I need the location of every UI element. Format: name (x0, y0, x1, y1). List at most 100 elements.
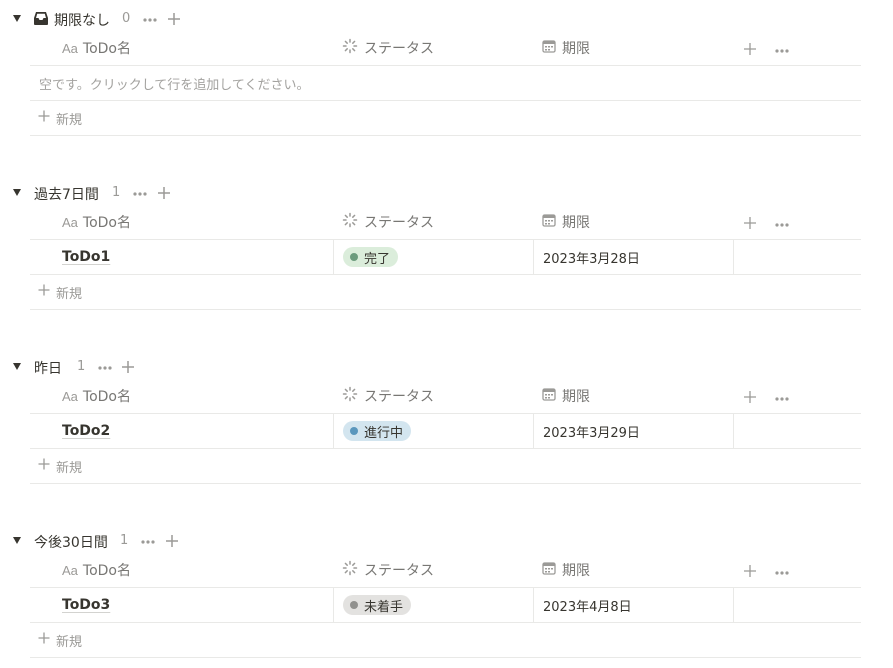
empty-cell (733, 588, 862, 622)
column-header-date[interactable]: 期限 (533, 205, 733, 239)
table-row[interactable]: ToDo3 未着手 2023年4月8日 (30, 588, 861, 623)
add-property-icon[interactable] (743, 563, 757, 577)
column-label: ステータス (364, 563, 434, 579)
add-icon[interactable] (157, 185, 171, 199)
table-row[interactable]: ToDo1 完了 2023年3月28日 (30, 240, 861, 275)
column-header-status[interactable]: ステータス (333, 553, 533, 587)
column-label: ToDo名 (82, 41, 131, 57)
add-property-icon[interactable] (743, 389, 757, 403)
collapse-triangle-icon[interactable] (11, 186, 23, 198)
calendar-icon (542, 213, 556, 231)
column-header-row: Aa ToDo名 ステータス 期限 (30, 31, 861, 66)
new-row-button[interactable]: 新規 (30, 275, 861, 310)
collapse-triangle-icon[interactable] (11, 360, 23, 372)
todo-name[interactable]: ToDo1 (62, 249, 110, 265)
status-spinner-icon (342, 38, 358, 58)
group-title[interactable]: 過去7日間 (34, 184, 99, 204)
more-horizontal-icon[interactable] (774, 42, 790, 54)
status-badge[interactable]: 進行中 (343, 421, 412, 441)
date-value: 2023年3月29日 (543, 425, 640, 441)
group-header: 昨日 1 (0, 354, 400, 380)
group-count: 1 (77, 359, 86, 374)
column-header-date[interactable]: 期限 (533, 553, 733, 587)
todo-name[interactable]: ToDo3 (62, 597, 110, 613)
column-label: 期限 (562, 41, 590, 57)
todo-name[interactable]: ToDo2 (62, 423, 110, 439)
calendar-icon (542, 39, 556, 57)
more-horizontal-icon[interactable] (140, 534, 156, 548)
table-row[interactable]: ToDo2 進行中 2023年3月29日 (30, 414, 861, 449)
new-label: 新規 (56, 634, 83, 650)
empty-cell (733, 414, 862, 448)
status-label: 進行中 (364, 425, 404, 441)
group-header: 期限なし 0 (0, 6, 400, 32)
column-label: ステータス (364, 215, 434, 231)
date-cell[interactable]: 2023年3月29日 (533, 414, 733, 448)
add-icon[interactable] (121, 359, 135, 373)
add-property-icon[interactable] (743, 215, 757, 229)
column-label: 期限 (562, 563, 590, 579)
date-value: 2023年4月8日 (543, 599, 632, 615)
new-row-button[interactable]: 新規 (30, 101, 861, 136)
column-header-status[interactable]: ステータス (333, 31, 533, 65)
more-horizontal-icon[interactable] (774, 216, 790, 228)
collapse-triangle-icon[interactable] (11, 12, 23, 24)
plus-icon (38, 110, 50, 126)
more-horizontal-icon[interactable] (142, 12, 158, 26)
more-horizontal-icon[interactable] (774, 390, 790, 402)
group-title[interactable]: 昨日 (34, 358, 62, 378)
column-label: ToDo名 (82, 389, 131, 405)
group-title[interactable]: 今後30日間 (34, 532, 108, 552)
name-cell[interactable]: ToDo2 (30, 414, 333, 448)
empty-placeholder-row[interactable]: 空です。クリックして行を追加してください。 (30, 66, 861, 101)
column-header-date[interactable]: 期限 (533, 31, 733, 65)
group-header: 今後30日間 1 (0, 528, 400, 554)
text-type-icon: Aa (62, 40, 78, 56)
column-label: ToDo名 (82, 215, 131, 231)
column-header-row: Aa ToDo名 ステータス 期限 (30, 553, 861, 588)
column-header-status[interactable]: ステータス (333, 205, 533, 239)
status-cell[interactable]: 進行中 (333, 414, 533, 448)
status-spinner-icon (342, 560, 358, 580)
column-header-name[interactable]: Aa ToDo名 (30, 205, 333, 239)
inbox-icon (33, 11, 49, 26)
new-label: 新規 (56, 460, 83, 476)
plus-icon (38, 632, 50, 648)
calendar-icon (542, 387, 556, 405)
column-header-status[interactable]: ステータス (333, 379, 533, 413)
add-icon[interactable] (167, 11, 181, 25)
collapse-triangle-icon[interactable] (11, 534, 23, 546)
table: Aa ToDo名 ステータス 期限 (30, 205, 861, 310)
more-horizontal-icon[interactable] (132, 186, 148, 200)
empty-placeholder-text: 空です。クリックして行を追加してください。 (39, 77, 310, 93)
add-icon[interactable] (165, 533, 179, 547)
column-label: ステータス (364, 41, 434, 57)
column-header-date[interactable]: 期限 (533, 379, 733, 413)
table: Aa ToDo名 ステータス 期限 空です。クリックして行を追加してください。 … (30, 31, 861, 136)
status-dot (350, 601, 358, 609)
status-cell[interactable]: 完了 (333, 240, 533, 274)
more-horizontal-icon[interactable] (97, 360, 113, 374)
date-cell[interactable]: 2023年4月8日 (533, 588, 733, 622)
plus-icon (38, 458, 50, 474)
name-cell[interactable]: ToDo3 (30, 588, 333, 622)
add-property-icon[interactable] (743, 41, 757, 55)
status-cell[interactable]: 未着手 (333, 588, 533, 622)
column-header-name[interactable]: Aa ToDo名 (30, 379, 333, 413)
new-row-button[interactable]: 新規 (30, 449, 861, 484)
text-type-icon: Aa (62, 214, 78, 230)
status-spinner-icon (342, 212, 358, 232)
group-count: 1 (112, 185, 121, 200)
date-cell[interactable]: 2023年3月28日 (533, 240, 733, 274)
new-row-button[interactable]: 新規 (30, 623, 861, 658)
group-title[interactable]: 期限なし (54, 10, 110, 30)
table: Aa ToDo名 ステータス 期限 (30, 379, 861, 484)
name-cell[interactable]: ToDo1 (30, 240, 333, 274)
column-header-name[interactable]: Aa ToDo名 (30, 31, 333, 65)
group-count: 0 (122, 11, 131, 26)
column-header-row: Aa ToDo名 ステータス 期限 (30, 205, 861, 240)
status-badge[interactable]: 完了 (343, 247, 399, 267)
status-badge[interactable]: 未着手 (343, 595, 412, 615)
column-header-name[interactable]: Aa ToDo名 (30, 553, 333, 587)
more-horizontal-icon[interactable] (774, 564, 790, 576)
